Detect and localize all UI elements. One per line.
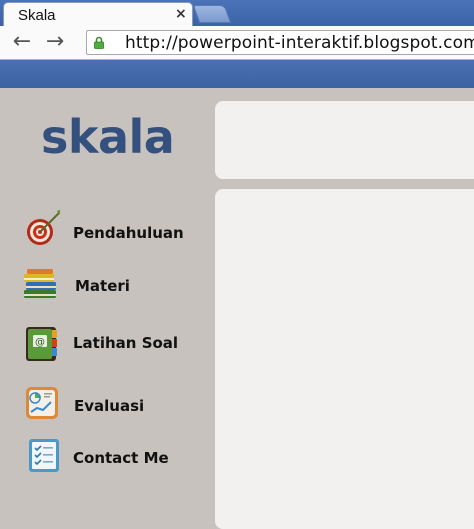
tab-strip: Skala × (0, 0, 474, 28)
browser-toolbar: ← → http://powerpoint-interaktif.blogspo… (0, 26, 474, 60)
sidebar-item-label: Latihan Soal (73, 334, 179, 352)
forward-arrow-icon[interactable]: → (43, 30, 67, 54)
back-arrow-icon[interactable]: ← (10, 30, 34, 54)
new-tab-button[interactable] (192, 5, 232, 23)
sidebar-item-pendahuluan[interactable]: Pendahuluan (0, 210, 214, 250)
sidebar-item-contact-me[interactable]: Contact Me (0, 438, 214, 478)
close-tab-icon[interactable]: × (175, 6, 187, 22)
sidebar-item-label: Pendahuluan (73, 224, 184, 242)
sidebar-item-materi[interactable]: Materi (0, 268, 214, 308)
svg-text:@: @ (35, 337, 45, 348)
browser-tab[interactable]: Skala × (3, 2, 193, 28)
address-book-icon: @ (26, 327, 57, 361)
sidebar-item-evaluasi[interactable]: Evaluasi (0, 386, 214, 426)
target-dart-icon (27, 210, 60, 245)
chart-report-icon (26, 387, 58, 419)
books-icon (24, 269, 56, 298)
sidebar-item-label: Materi (75, 277, 130, 295)
tab-title: Skala (18, 7, 56, 24)
checklist-icon (29, 439, 59, 472)
sidebar-item-label: Evaluasi (74, 397, 145, 415)
sidebar-item-label: Contact Me (73, 449, 169, 467)
header-panel (215, 101, 474, 179)
address-bar[interactable]: http://powerpoint-interaktif.blogspot.co… (86, 30, 474, 55)
sidebar-item-latihan-soal[interactable]: @ Latihan Soal (0, 326, 214, 366)
site-logo: skala (41, 110, 175, 164)
main-content-panel (215, 189, 474, 529)
page-header-band (0, 60, 474, 88)
url-text: http://powerpoint-interaktif.blogspot.co… (125, 33, 474, 53)
lock-icon (94, 36, 104, 49)
